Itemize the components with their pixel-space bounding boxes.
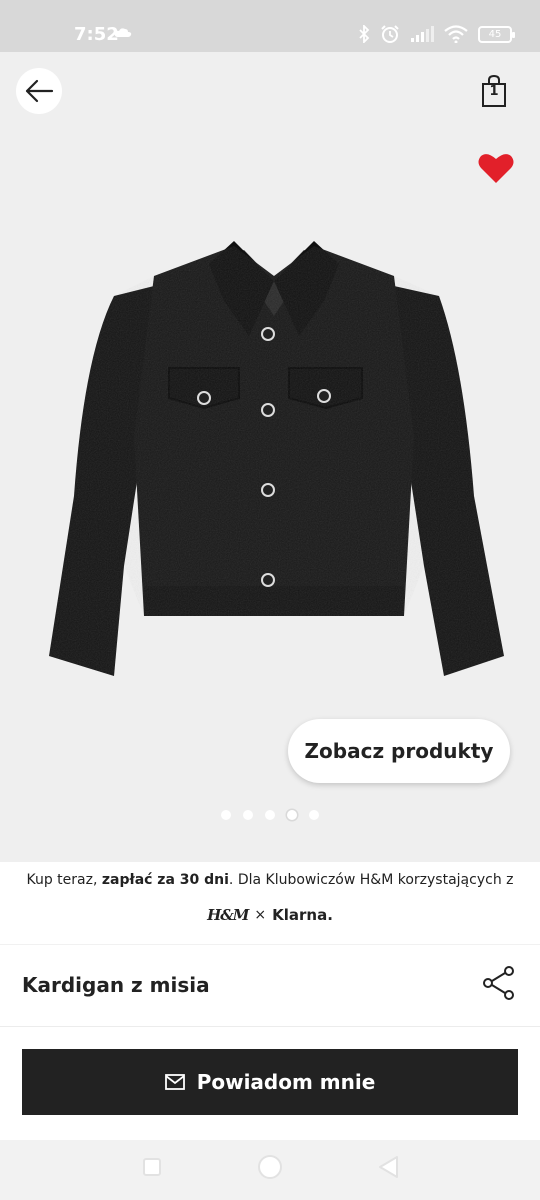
status-bar: 7:52 45 — [0, 0, 540, 52]
back-button[interactable] — [16, 68, 62, 114]
bluetooth-icon — [359, 25, 370, 43]
klarna-logos: H&M × Klarna. — [0, 906, 540, 924]
gallery-pagination — [0, 810, 540, 820]
pagination-dot[interactable] — [309, 810, 319, 820]
alarm-icon — [381, 25, 399, 43]
battery-icon: 45 — [478, 25, 515, 43]
status-icons: 45 — [358, 24, 515, 44]
product-name: Kardigan z misia — [22, 973, 210, 997]
heart-icon — [478, 154, 514, 183]
times-sign: × — [254, 907, 267, 923]
hm-logo: H&M — [207, 906, 249, 924]
shopping-bag-button[interactable]: 1 — [472, 68, 516, 114]
product-image[interactable] — [44, 236, 504, 686]
pagination-dot[interactable] — [221, 810, 231, 820]
favorite-button[interactable] — [474, 146, 518, 190]
pagination-dot-active[interactable] — [287, 810, 297, 820]
mail-icon — [164, 1074, 185, 1090]
share-icon[interactable] — [482, 965, 516, 1001]
notify-me-label: Powiadom mnie — [196, 1070, 376, 1094]
home-icon[interactable] — [258, 1155, 282, 1179]
product-title-row: Kardigan z misia — [0, 944, 540, 1026]
klarna-prefix: Kup teraz, — [26, 872, 102, 888]
notify-me-button[interactable]: Powiadom mnie — [22, 1049, 518, 1115]
nav-back-icon[interactable] — [377, 1155, 399, 1179]
klarna-banner[interactable]: Kup teraz, zapłać za 30 dni. Dla Klubowi… — [0, 862, 540, 944]
klarna-suffix: . Dla Klubowiczów H&M korzystających z — [228, 872, 514, 888]
klarna-logo: Klarna. — [272, 906, 333, 924]
status-time: 7:52 — [74, 24, 119, 45]
recent-apps-icon[interactable] — [143, 1158, 161, 1176]
pagination-dot[interactable] — [265, 810, 275, 820]
signal-icon — [411, 26, 434, 42]
wifi-icon — [444, 25, 468, 43]
action-area: Powiadom mnie — [0, 1026, 540, 1140]
pagination-dot[interactable] — [243, 810, 253, 820]
klarna-text: Kup teraz, zapłać za 30 dni. Dla Klubowi… — [0, 872, 540, 888]
bag-count: 1 — [489, 84, 499, 99]
arrow-left-icon — [25, 79, 54, 103]
klarna-bold: zapłać za 30 dni — [101, 872, 229, 888]
see-products-button[interactable]: Zobacz produkty — [288, 719, 510, 783]
cloud-icon — [114, 28, 132, 37]
system-navbar — [0, 1140, 540, 1200]
